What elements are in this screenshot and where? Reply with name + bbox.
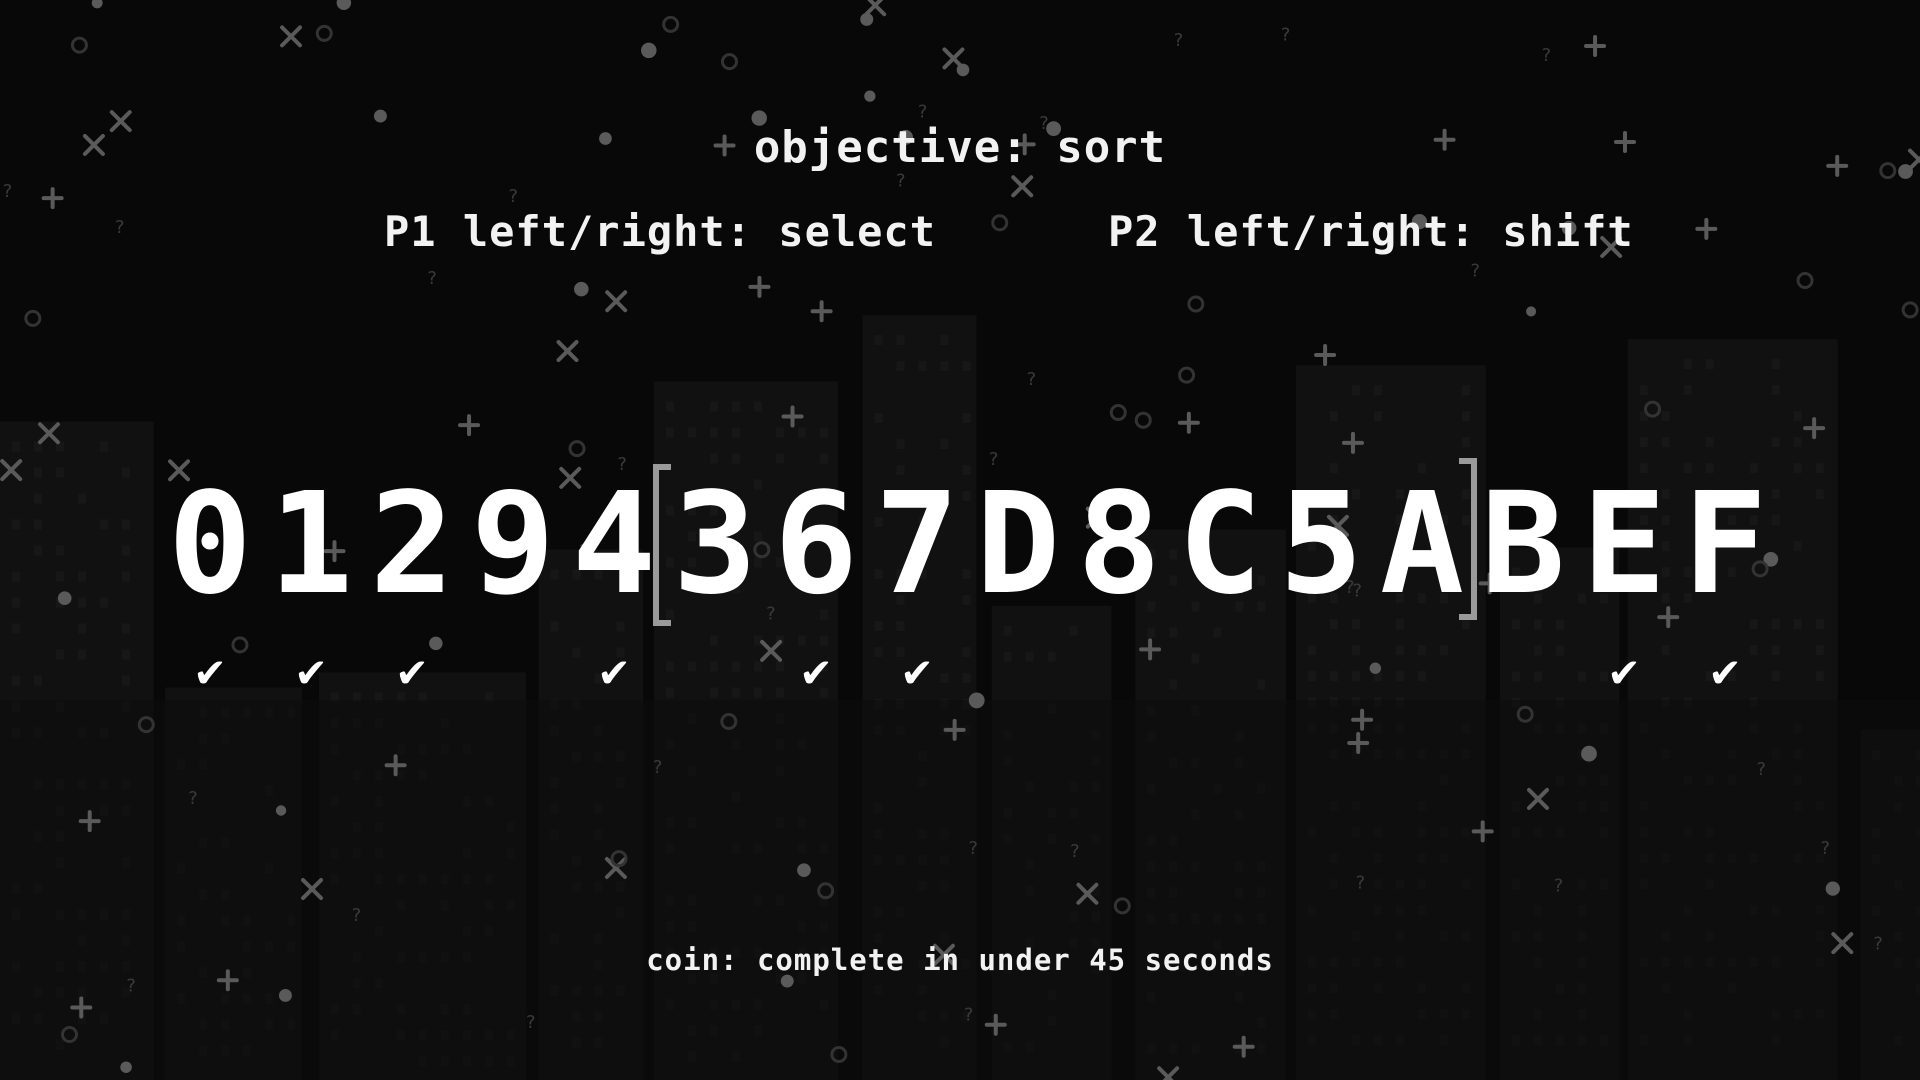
svg-text:?: ? (1553, 876, 1564, 897)
sequence-tile[interactable]: E (1574, 470, 1674, 620)
svg-text:?: ? (963, 1005, 974, 1026)
objective-text: objective: sort (753, 122, 1167, 173)
sequence-tile[interactable]: A (1372, 470, 1472, 620)
svg-text:?: ? (187, 788, 198, 809)
selection-bracket-right (1459, 458, 1477, 620)
svg-text:?: ? (426, 268, 437, 289)
svg-text:?: ? (1541, 45, 1552, 66)
coin-goal-text: coin: complete in under 45 seconds (646, 943, 1274, 977)
svg-text:?: ? (1820, 838, 1831, 859)
svg-text:?: ? (1470, 261, 1481, 282)
sequence-tile[interactable]: 5 (1271, 470, 1371, 620)
svg-text:?: ? (968, 838, 979, 859)
sequence-tile[interactable]: F (1675, 470, 1775, 620)
sequence-tile[interactable]: 0 (160, 470, 260, 620)
svg-text:?: ? (125, 976, 136, 997)
sequence-tile[interactable]: 7 (867, 470, 967, 620)
sequence-tile[interactable]: D (968, 470, 1068, 620)
sequence-tile[interactable]: 9 (463, 470, 563, 620)
sequence-tile[interactable]: 6 (766, 470, 866, 620)
checkmark-icon: ✔ (802, 643, 830, 697)
checkmark-icon: ✔ (1711, 643, 1739, 697)
checkmark-icon: ✔ (297, 643, 325, 697)
checkmark-icon: ✔ (398, 643, 426, 697)
svg-text:?: ? (917, 101, 928, 122)
svg-text:?: ? (351, 905, 362, 926)
checkmark-icon: ✔ (903, 643, 931, 697)
svg-text:?: ? (508, 186, 519, 207)
sequence-tile[interactable]: 3 (665, 470, 765, 620)
checkmark-icon: ✔ (600, 643, 628, 697)
svg-text:?: ? (1026, 369, 1037, 390)
checkmark-icon: ✔ (1610, 643, 1638, 697)
svg-text:?: ? (1280, 24, 1291, 45)
sequence-tile[interactable]: 8 (1069, 470, 1169, 620)
sequence-tile[interactable]: C (1170, 470, 1270, 620)
sequence-tile[interactable]: B (1473, 470, 1573, 620)
sequence-tile[interactable]: 1 (261, 470, 361, 620)
svg-text:?: ? (2, 181, 13, 202)
svg-text:?: ? (1069, 841, 1080, 862)
svg-text:?: ? (652, 757, 663, 778)
checkmark-icon: ✔ (196, 643, 224, 697)
svg-text:?: ? (895, 170, 906, 191)
sequence-tile[interactable]: 4 (564, 470, 664, 620)
svg-text:?: ? (1173, 30, 1184, 51)
selection-bracket-left (653, 464, 671, 626)
svg-text:?: ? (525, 1012, 536, 1033)
p2-controls-hint: P2 left/right: shift (1108, 207, 1634, 256)
sort-sequence: 0 ✔ 1 ✔ 2 ✔ 9 4 ✔ 3 6 ✔ 7 ✔ D 8 C 5 A B E ✔ F ✔ (160, 458, 1800, 700)
sequence-tile[interactable]: 2 (362, 470, 462, 620)
svg-text:?: ? (1355, 873, 1366, 894)
svg-text:?: ? (1756, 759, 1767, 780)
svg-text:?: ? (114, 217, 125, 238)
p1-controls-hint: P1 left/right: select (384, 207, 937, 256)
